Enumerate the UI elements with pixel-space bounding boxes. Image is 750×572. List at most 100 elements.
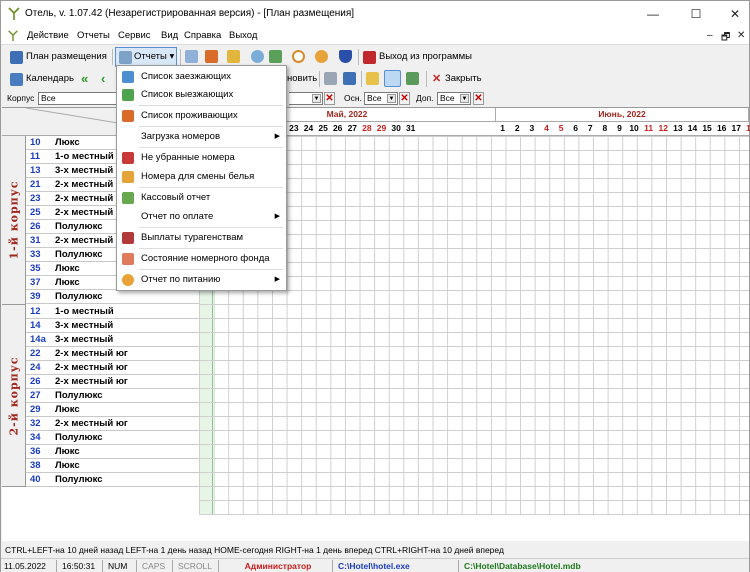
refresh-button[interactable]: новить — [287, 70, 317, 88]
save-icon[interactable] — [343, 72, 356, 85]
shield-icon[interactable] — [339, 50, 352, 63]
menu-item-label: Состояние номерного фонда — [141, 253, 270, 264]
menu-item-cash-report[interactable]: Кассовый отчет — [117, 189, 286, 207]
reports-button[interactable]: Отчеты ▾ — [115, 47, 177, 67]
room-row[interactable]: 14a 3-х местный — [26, 333, 199, 347]
menu-reports[interactable]: Отчеты — [77, 30, 110, 41]
room-type: Люкс — [55, 404, 80, 415]
menu-item-room-load[interactable]: Загрузка номеров ▶ — [117, 128, 286, 146]
clear-osn-icon[interactable]: ✕ — [399, 92, 410, 105]
meals-icon — [122, 274, 134, 286]
day-june-1: 1 — [500, 123, 506, 133]
report-icon — [119, 51, 132, 64]
day-june-13: 13 — [673, 123, 683, 133]
close-plan-button[interactable]: ✕ Закрыть — [431, 70, 482, 88]
clear-dop-icon[interactable]: ✕ — [473, 92, 484, 105]
back-1-day-icon[interactable]: ‹ — [101, 70, 105, 88]
print-icon[interactable] — [324, 72, 337, 85]
mdi-minimize-button[interactable]: – — [707, 30, 713, 41]
menu-separator — [139, 227, 283, 228]
room-type: Полулюкс — [55, 390, 103, 401]
back-10-days-icon[interactable]: « — [81, 70, 88, 88]
menu-item-agency-payouts[interactable]: Выплаты турагенствам — [117, 229, 286, 247]
close-button[interactable]: ✕ — [723, 5, 747, 23]
room-row[interactable]: 27 Полулюкс — [26, 389, 199, 403]
room-number: 38 — [30, 460, 41, 471]
menu-item-payment-report[interactable]: Отчет по оплате ▶ — [117, 208, 286, 226]
room-row[interactable]: 32 2-х местный юг — [26, 417, 199, 431]
room-row[interactable]: 22 2-х местный юг — [26, 347, 199, 361]
room-row[interactable]: 14 3-х местный — [26, 319, 199, 333]
osn-label: Осн. — [344, 93, 362, 103]
arrival-icon — [122, 71, 134, 83]
korpus-select[interactable]: Все — [38, 92, 118, 105]
status-caps: CAPS — [139, 560, 173, 572]
room-row[interactable]: 38 Люкс — [26, 459, 199, 473]
korpus-select-tail[interactable]: ▼ — [289, 92, 323, 105]
osn-select[interactable]: Все ▼ — [364, 92, 398, 105]
submenu-arrow-icon: ▶ — [274, 213, 280, 220]
menu-separator — [139, 105, 283, 106]
menu-item-departing-list[interactable]: Список выезжающих — [117, 86, 286, 104]
menu-service[interactable]: Сервис — [118, 30, 151, 41]
room-number: 31 — [30, 235, 41, 246]
menu-item-meals-report[interactable]: Отчет по питанию ▶ — [117, 271, 286, 289]
globe-icon[interactable] — [251, 50, 264, 63]
menu-item-uncleaned-rooms[interactable]: Не убранные номера — [117, 149, 286, 167]
room-row[interactable]: 26 2-х местный юг — [26, 375, 199, 389]
dop-select[interactable]: Все ▼ — [437, 92, 471, 105]
room-type: 2-х местный юг — [55, 362, 128, 373]
clock-icon[interactable] — [292, 50, 305, 63]
room-row[interactable]: 39 Полулюкс — [26, 290, 199, 304]
filter-icon[interactable] — [384, 70, 401, 87]
linen-icon — [122, 171, 134, 183]
exit-program-button[interactable]: Выход из программы — [362, 48, 472, 66]
room-type: Полулюкс — [55, 432, 103, 443]
day-may-27: 27 — [347, 123, 358, 133]
day-june-12: 12 — [658, 123, 668, 133]
room-number: 13 — [30, 165, 41, 176]
plan-button[interactable]: План размещения — [9, 48, 107, 66]
app-window: Отель, v. 1.07.42 (Незарегистрированная … — [0, 0, 750, 572]
menu-item-residents-list[interactable]: Список проживающих — [117, 107, 286, 125]
toolbar-main: План размещения Отчеты ▾ Выход из програ… — [1, 46, 749, 68]
menu-help[interactable]: Справка — [184, 30, 221, 41]
menu-item-room-stock[interactable]: Состояние номерного фонда — [117, 250, 286, 268]
room-row[interactable]: 29 Люкс — [26, 403, 199, 417]
room-row[interactable]: 34 Полулюкс — [26, 431, 199, 445]
room-row[interactable]: 36 Люкс — [26, 445, 199, 459]
chevron-down-icon: ▼ — [312, 94, 321, 103]
maximize-button[interactable]: ☐ — [684, 5, 708, 23]
reports-dropdown-menu: Список заезжающих Список выезжающих Спис… — [116, 65, 287, 291]
toolbar-calendar: Календарь « ‹ новить ✕ Закрыть — [1, 68, 749, 90]
room-row[interactable]: 12 1-о местный — [26, 305, 199, 319]
room-row[interactable]: 24 2-х местный юг — [26, 361, 199, 375]
package-icon[interactable] — [269, 50, 282, 63]
menu-item-arriving-list[interactable]: Список заезжающих — [117, 68, 286, 86]
gear-icon[interactable] — [315, 50, 328, 63]
room-type: 2-х местный юг — [55, 348, 128, 359]
room-row[interactable]: 40 Полулюкс — [26, 473, 199, 487]
menu-action[interactable]: Действие — [27, 30, 69, 41]
calendar-label: Календарь — [26, 73, 74, 84]
notes-icon[interactable] — [366, 72, 379, 85]
guests-icon[interactable] — [205, 50, 218, 63]
calendar-button[interactable]: Календарь — [9, 70, 74, 88]
mdi-restore-button[interactable]: 🗗 — [721, 30, 730, 47]
mdi-close-button[interactable]: ✕ — [737, 30, 745, 41]
menu-item-linen-change[interactable]: Номера для смены белья — [117, 168, 286, 186]
day-june-2: 2 — [514, 123, 520, 133]
document-icon[interactable] — [227, 50, 240, 63]
menu-item-label: Номера для смены белья — [141, 171, 255, 182]
app-menu-icon[interactable] — [7, 30, 19, 42]
menu-item-label: Выплаты турагенствам — [141, 232, 244, 243]
menu-exit[interactable]: Выход — [229, 30, 257, 41]
edit-icon[interactable] — [185, 50, 198, 63]
filter-settings-icon[interactable] — [406, 72, 419, 85]
minimize-button[interactable]: — — [641, 5, 665, 23]
clear-korpus-icon[interactable]: ✕ — [324, 92, 335, 105]
room-number: 33 — [30, 249, 41, 260]
room-type: 3-х местный — [55, 334, 114, 345]
menu-view[interactable]: Вид — [161, 30, 178, 41]
menu-separator — [139, 147, 283, 148]
